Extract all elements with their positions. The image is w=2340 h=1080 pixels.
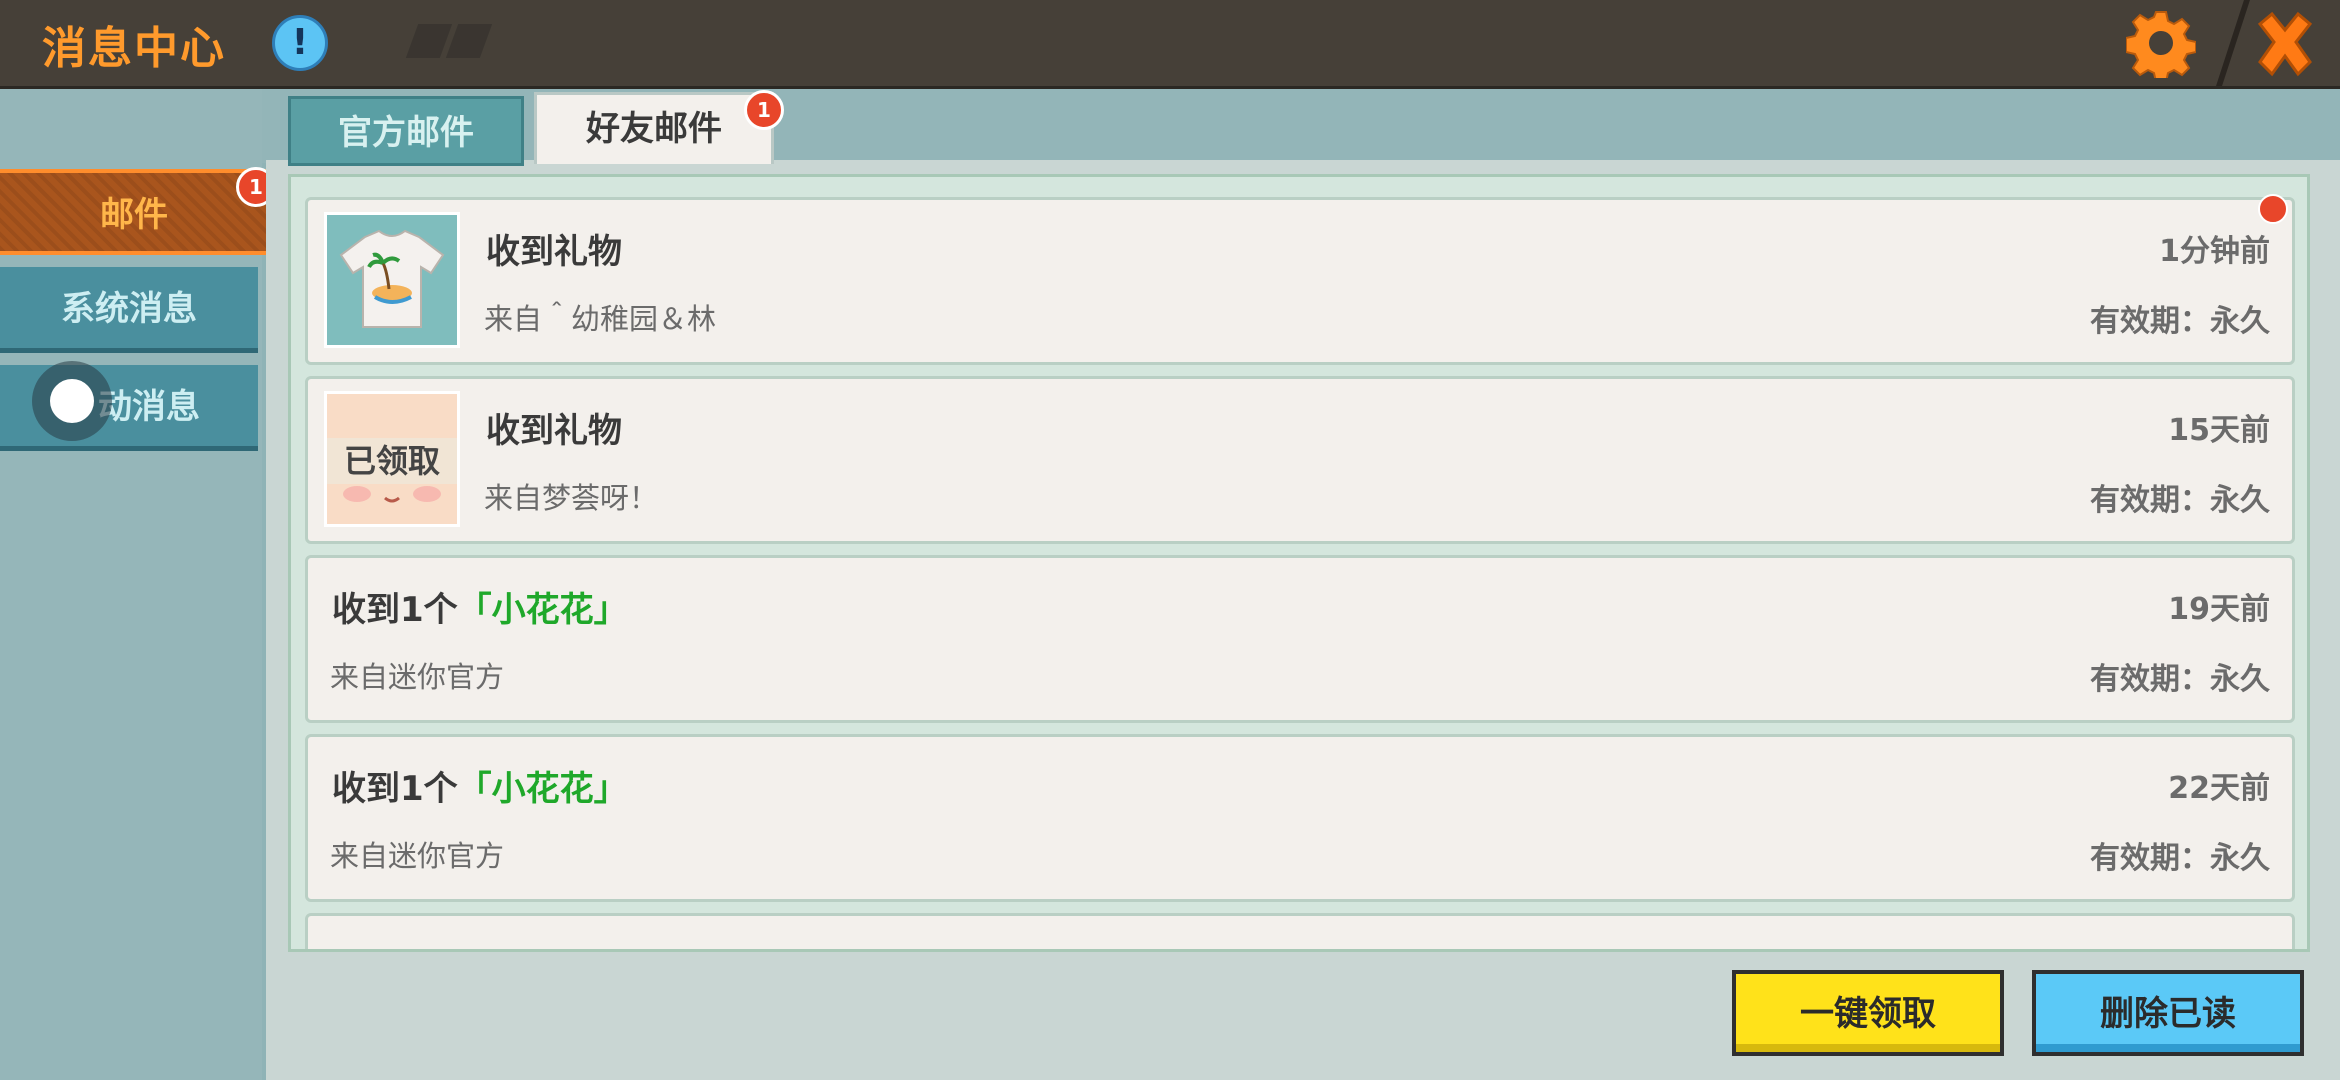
- decor-stripe: [445, 24, 493, 58]
- message-time: 1分钟前: [2159, 234, 2270, 269]
- gear-icon[interactable]: [2126, 8, 2196, 78]
- tab-friend-mail[interactable]: 好友邮件: [534, 92, 774, 164]
- message-sender: 来自梦荟呀！: [484, 481, 659, 515]
- unread-dot: [2258, 194, 2288, 224]
- message-time: 22天前: [2168, 771, 2270, 806]
- message-list[interactable]: 收到礼物 来自＾幼稚园＆林 1分钟前 有效期：永久 已领取 收到礼物 来自梦荟呀…: [288, 174, 2310, 952]
- message-validity: 有效期：永久: [2090, 483, 2270, 518]
- message-time: 15天前: [2168, 413, 2270, 448]
- list-item[interactable]: [305, 913, 2295, 949]
- claim-all-button[interactable]: 一键领取: [1732, 970, 2004, 1056]
- sidebar-item-mail[interactable]: 邮件: [0, 169, 272, 255]
- message-title: 收到1个「小花花」: [332, 761, 628, 810]
- decor-stripe: [405, 24, 453, 58]
- list-item[interactable]: 收到礼物 来自＾幼稚园＆林 1分钟前 有效期：永久: [305, 194, 2295, 365]
- message-title: 收到礼物: [486, 411, 622, 451]
- message-sender: 来自迷你官方: [330, 839, 505, 873]
- info-icon[interactable]: !: [272, 15, 328, 71]
- title-prefix: 收到1个: [332, 590, 458, 630]
- message-time: 19天前: [2168, 592, 2270, 627]
- item-name: 「小花花」: [457, 590, 628, 630]
- message-sender: 来自＾幼稚园＆林: [484, 302, 717, 336]
- title-prefix: 收到1个: [332, 769, 458, 809]
- sidebar-item-label: 系统消息: [61, 289, 197, 329]
- sidebar-item-system-messages[interactable]: 系统消息: [0, 267, 258, 353]
- list-item[interactable]: 收到1个「小花花」 来自迷你官方 19天前 有效期：永久: [305, 555, 2295, 723]
- message-validity: 有效期：永久: [2090, 304, 2270, 339]
- delete-read-button[interactable]: 删除已读: [2032, 970, 2304, 1056]
- message-validity: 有效期：永久: [2090, 662, 2270, 697]
- page-title: 消息中心: [42, 23, 226, 74]
- gift-thumbnail: [324, 212, 460, 348]
- top-bar: 消息中心 !: [0, 0, 2340, 89]
- list-item[interactable]: 已领取 收到礼物 来自梦荟呀！ 15天前 有效期：永久: [305, 376, 2295, 544]
- sidebar: 邮件 1 系统消息 动消息: [0, 89, 276, 1080]
- friend-mail-badge: 1: [744, 90, 784, 130]
- claimed-label: 已领取: [327, 438, 457, 484]
- list-item[interactable]: 收到1个「小花花」 来自迷你官方 22天前 有效期：永久: [305, 734, 2295, 902]
- message-validity: 有效期：永久: [2090, 841, 2270, 876]
- tab-official-mail[interactable]: 官方邮件: [288, 96, 524, 166]
- close-icon[interactable]: [2250, 10, 2320, 80]
- divider: [2216, 0, 2250, 86]
- sidebar-item-label: 邮件: [100, 195, 168, 235]
- item-name: 「小花花」: [457, 769, 628, 809]
- t-shirt-icon: [339, 229, 445, 328]
- message-title: 收到1个「小花花」: [332, 582, 628, 631]
- message-title: 收到礼物: [486, 232, 622, 272]
- message-sender: 来自迷你官方: [330, 660, 505, 694]
- touch-indicator: [32, 361, 112, 441]
- gift-thumbnail: 已领取: [324, 391, 460, 527]
